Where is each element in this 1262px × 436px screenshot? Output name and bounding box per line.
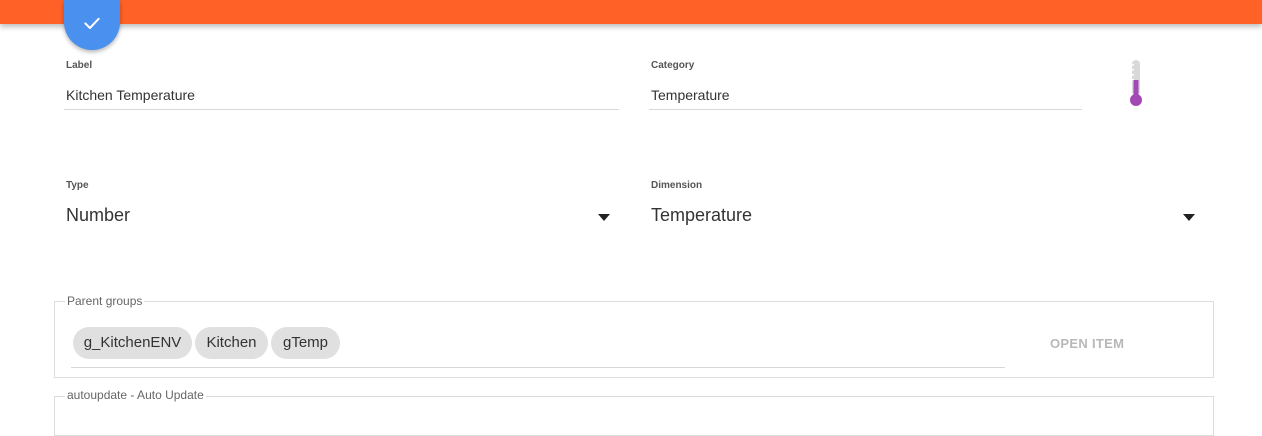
save-button[interactable] xyxy=(64,0,120,50)
header-bar xyxy=(0,0,1262,24)
category-field-title: Category xyxy=(651,60,695,71)
group-chip-gtemp[interactable]: gTemp xyxy=(271,327,340,359)
type-select[interactable]: Number xyxy=(66,205,130,226)
group-chip-kitchen[interactable]: Kitchen xyxy=(195,327,268,359)
category-underline xyxy=(649,109,1082,110)
open-item-button[interactable]: OPEN ITEM xyxy=(1050,336,1124,351)
category-input[interactable]: Temperature xyxy=(651,87,730,103)
type-dropdown-caret-icon[interactable] xyxy=(598,214,610,221)
type-field-title: Type xyxy=(66,180,89,191)
label-input[interactable]: Kitchen Temperature xyxy=(66,87,195,103)
checkmark-icon xyxy=(84,17,100,29)
label-underline xyxy=(64,109,619,110)
label-field-title: Label xyxy=(66,60,93,71)
parent-groups-input-underline xyxy=(71,367,1005,368)
group-chip-g-kitchenenv[interactable]: g_KitchenENV xyxy=(73,327,192,359)
dimension-dropdown-caret-icon[interactable] xyxy=(1183,214,1195,221)
parent-groups-legend: Parent groups xyxy=(65,294,145,308)
thermometer-icon xyxy=(1130,60,1142,106)
autoupdate-legend: autoupdate - Auto Update xyxy=(65,388,206,402)
autoupdate-section xyxy=(54,396,1214,436)
dimension-field-title: Dimension xyxy=(651,180,703,191)
dimension-select[interactable]: Temperature xyxy=(651,205,752,226)
